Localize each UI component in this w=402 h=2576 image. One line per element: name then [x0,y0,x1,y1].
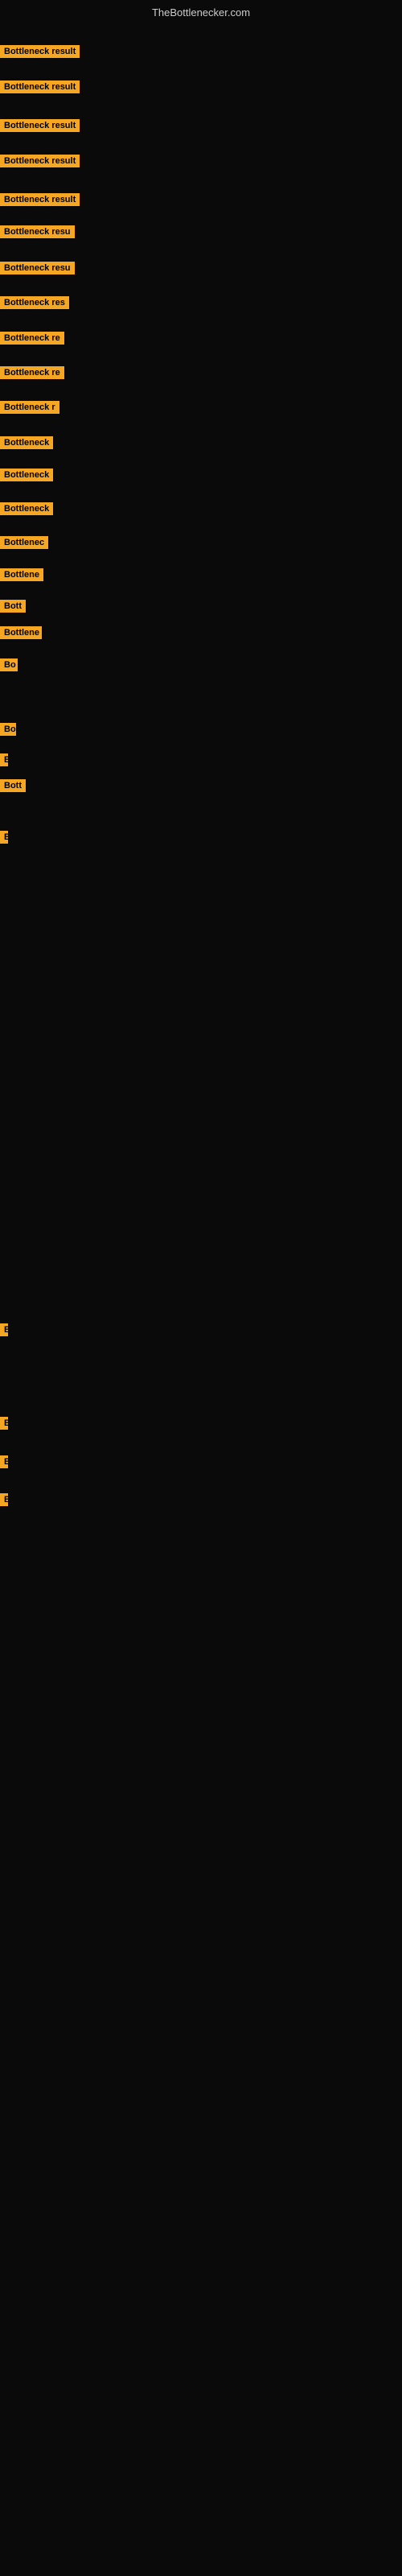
bottleneck-badge: Bottleneck res [0,296,69,313]
bottleneck-badge: Bottleneck resu [0,225,75,242]
bottleneck-badge: Bottleneck result [0,155,80,171]
bottleneck-badge: Bottleneck resu [0,262,75,279]
bottleneck-badge: Bottleneck re [0,366,64,383]
bottleneck-badge: Bottleneck result [0,80,80,97]
bottleneck-badge: Bottleneck r [0,401,59,418]
bottleneck-badge: Bottlenec [0,536,48,553]
bottleneck-badge: B [0,831,8,848]
bottleneck-badge: Bottleneck [0,469,53,485]
bottleneck-badge: B [0,1323,8,1340]
bottleneck-badge: Bottleneck result [0,119,80,136]
bottleneck-badge: Bottleneck re [0,332,64,349]
bottleneck-badge: B [0,1455,8,1472]
bottleneck-badge: Bo [0,723,16,740]
site-title: TheBottlenecker.com [0,6,402,19]
bottleneck-badge: Bottleneck result [0,45,80,62]
bottleneck-badge: Bottlene [0,568,43,585]
bottleneck-badge: B [0,753,8,770]
bottleneck-badge: Bott [0,600,26,617]
bottleneck-badge: Bottleneck [0,502,53,519]
bottleneck-badge: B [0,1417,8,1434]
bottleneck-badge: Bo [0,658,18,675]
bottleneck-badge: Bott [0,779,26,796]
bottleneck-badge: Bottleneck [0,436,53,453]
bottleneck-badge: Bottlene [0,626,42,643]
bottleneck-badge: B [0,1493,8,1510]
bottleneck-badge: Bottleneck result [0,193,80,210]
